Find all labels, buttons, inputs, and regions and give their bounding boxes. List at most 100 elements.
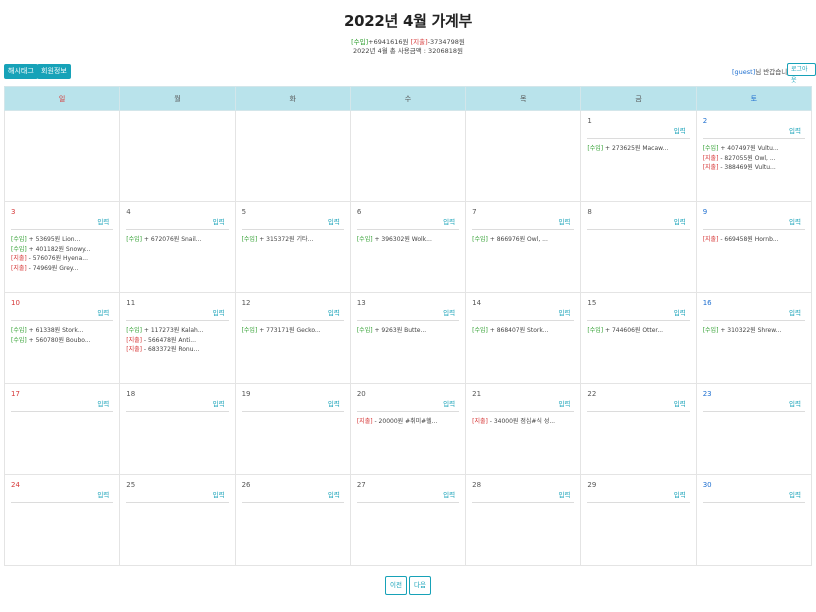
day-cell: 9 입력 [지출] - 669458원 Hornb... [695, 201, 813, 293]
add-entry-button[interactable]: 입력 [669, 486, 690, 502]
entry-list: [수입] + 117273원 Kalah... [지출] - 566478원 An… [126, 326, 228, 355]
day-header: 23 입력 [702, 390, 805, 412]
add-entry-button[interactable]: 입력 [669, 304, 690, 320]
add-entry-button[interactable]: 입력 [93, 304, 114, 320]
entry-item[interactable]: [수입] + 273625원 Macaw... [587, 144, 689, 154]
weekday-header: 월 [119, 86, 236, 111]
day-cell: 30 입력 [695, 474, 813, 566]
entry-item[interactable]: [지출] - 683372원 Ronu... [126, 345, 228, 355]
member-info-button[interactable]: 회원정보 [37, 64, 71, 79]
entry-text: - 566478원 Anti... [142, 336, 196, 344]
add-entry-button[interactable]: 입력 [669, 213, 690, 229]
entry-list: [수입] + 773171원 Gecko... [242, 326, 344, 336]
day-cell: 13 입력 [수입] + 9263원 Butte... [349, 292, 467, 384]
day-cell: 19 입력 [234, 383, 351, 475]
prev-month-button[interactable]: 이전 [385, 576, 407, 595]
add-entry-button[interactable]: 입력 [323, 395, 344, 411]
entry-item[interactable]: [지출] - 566478원 Anti... [126, 336, 228, 346]
add-entry-button[interactable]: 입력 [785, 122, 805, 138]
weekday-header: 화 [234, 86, 351, 111]
day-number: 4 [126, 208, 131, 216]
entry-text: - 20000원 #취미#헬... [372, 418, 438, 425]
day-number: 9 [702, 208, 708, 216]
add-entry-button[interactable]: 입력 [93, 395, 114, 411]
add-entry-button[interactable]: 입력 [669, 122, 690, 138]
add-entry-button[interactable]: 입력 [208, 486, 229, 502]
day-cell: 6 입력 [수입] + 396302원 Wolk... [349, 201, 467, 293]
entry-item[interactable]: [수입] + 868407원 Stork... [472, 326, 574, 336]
entry-item[interactable]: [수입] + 401182원 Snowy... [11, 245, 113, 255]
add-entry-button[interactable]: 입력 [439, 395, 460, 411]
entry-type-tag: [수입] [356, 236, 373, 243]
day-cell: 27 입력 [349, 474, 467, 566]
day-header: 22 입력 [587, 390, 690, 412]
add-entry-button[interactable]: 입력 [323, 304, 344, 320]
add-entry-button[interactable]: 입력 [439, 304, 460, 320]
add-entry-button[interactable]: 입력 [785, 486, 805, 502]
add-entry-button[interactable]: 입력 [208, 395, 229, 411]
entry-item[interactable]: [수입] + 53695원 Lion... [11, 235, 113, 245]
entry-text: - 683372원 Ronu... [142, 346, 200, 353]
add-entry-button[interactable]: 입력 [93, 213, 114, 229]
entry-text: + 53695원 Lion... [26, 236, 81, 243]
entry-text: + 560780원 Boubo... [26, 336, 91, 344]
next-month-button[interactable]: 다음 [409, 576, 431, 595]
entry-type-tag: [수입] [702, 327, 719, 334]
add-entry-button[interactable]: 입력 [554, 304, 575, 320]
day-number: 15 [587, 299, 597, 307]
add-entry-button[interactable]: 입력 [208, 304, 229, 320]
entry-item[interactable]: [수입] + 396302원 Wolk... [357, 235, 459, 245]
entry-item[interactable]: [수입] + 744606원 Otter... [587, 326, 689, 336]
entry-item[interactable]: [수입] + 117273원 Kalah... [126, 326, 228, 336]
day-cell: 3 입력 [수입] + 53695원 Lion... [수입] + 401182원 S… [3, 201, 121, 293]
hashtag-button[interactable]: 해시태그 [4, 64, 38, 79]
entry-text: + 868407원 Stork... [487, 327, 549, 334]
entry-item[interactable]: [수입] + 310322원 Shrew... [703, 326, 805, 336]
day-cell: 18 입력 [119, 383, 236, 475]
day-number: 10 [11, 299, 20, 307]
add-entry-button[interactable]: 입력 [439, 486, 460, 502]
entry-item[interactable]: [수입] + 9263원 Butte... [357, 326, 459, 336]
entry-item[interactable]: [수입] + 672076원 Snail... [126, 235, 228, 245]
usage-total: 2022년 4월 총 사용금액 : 3206818원 [353, 47, 463, 55]
add-entry-button[interactable]: 입력 [323, 213, 344, 229]
entry-item[interactable]: [수입] + 560780원 Boubo... [11, 336, 113, 346]
day-cell [234, 110, 351, 202]
entry-item[interactable]: [수입] + 773171원 Gecko... [242, 326, 344, 336]
week-row: 24 입력 25 입력 26 입력 27 입력 28 입력 29 입력 30 입력 [3, 474, 813, 566]
add-entry-button[interactable]: 입력 [323, 486, 344, 502]
weekday-header: 토 [695, 86, 813, 111]
add-entry-button[interactable]: 입력 [554, 213, 575, 229]
entry-item[interactable]: [지출] - 20000원 #취미#헬... [357, 417, 459, 427]
add-entry-button[interactable]: 입력 [554, 486, 575, 502]
entry-list: [수입] + 315372원 기타... [242, 235, 344, 245]
add-entry-button[interactable]: 입력 [439, 213, 460, 229]
entry-item[interactable]: [지출] - 669458원 Hornb... [703, 235, 805, 245]
entry-item[interactable]: [수입] + 866976원 Owl, ... [472, 235, 574, 245]
entry-item[interactable]: [수입] + 407497원 Vultu... [703, 144, 805, 154]
entry-type-tag: [지출] [11, 255, 27, 262]
page-title: 2022년 4월 가계부 [343, 12, 473, 30]
entry-item[interactable]: [지출] - 388469원 Vultu... [703, 163, 805, 173]
add-entry-button[interactable]: 입력 [93, 486, 114, 502]
add-entry-button[interactable]: 입력 [669, 395, 690, 411]
day-cell: 14 입력 [수입] + 868407원 Stork... [465, 292, 582, 384]
add-entry-button[interactable]: 입력 [554, 395, 575, 411]
entry-list: [지출] - 669458원 Hornb... [703, 235, 805, 245]
entry-item[interactable]: [수입] + 61338원 Stork... [11, 326, 113, 336]
entry-text: + 396302원 Wolk... [372, 236, 432, 243]
add-entry-button[interactable]: 입력 [785, 304, 805, 320]
entry-item[interactable]: [지출] - 827055원 Owl, ... [703, 154, 805, 164]
add-entry-button[interactable]: 입력 [208, 213, 229, 229]
entry-item[interactable]: [지출] - 576076원 Hyena... [11, 254, 113, 264]
entry-type-tag: [지출] [126, 346, 143, 353]
entry-item[interactable]: [지출] - 34000원 점심#식 성... [472, 417, 574, 427]
pager: 이전 다음 [0, 572, 816, 595]
day-cell: 24 입력 [3, 474, 121, 566]
entry-item[interactable]: [수입] + 315372원 기타... [242, 235, 344, 245]
add-entry-button[interactable]: 입력 [785, 395, 805, 411]
logout-button[interactable]: 로그아웃 [787, 63, 816, 84]
entry-text: - 34000원 점심#식 성... [487, 418, 556, 425]
add-entry-button[interactable]: 입력 [785, 213, 805, 229]
entry-item[interactable]: [지출] - 74969원 Grey... [11, 264, 113, 274]
